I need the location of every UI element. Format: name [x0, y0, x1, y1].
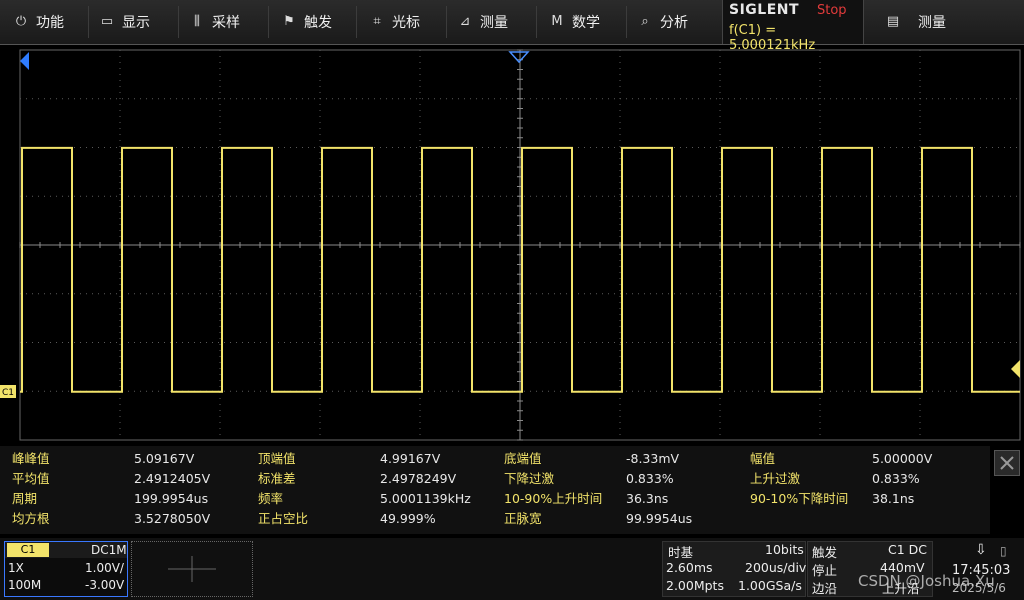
trigger-source: C1 DC — [888, 542, 928, 557]
measure-label: 10-90%上升时间 — [504, 491, 603, 506]
timebase-delay: 2.60ms — [666, 560, 713, 575]
measure-value: 2.4912405V — [134, 471, 211, 486]
top-menu-bar: ⏻ 功能 ▭ 显示 ⫼ 采样 ⚑ 触发 ⌗ 光标 ⊿ 测量 M 数学 ⌕ 分析 … — [0, 0, 1024, 53]
trigger-label: 触发 — [812, 545, 838, 560]
timebase-bits: 10bits — [765, 542, 804, 557]
measure-label: 均方根 — [12, 511, 50, 526]
channel-probe: 1X — [8, 561, 24, 575]
menu-measure-right-label: 测量 — [918, 15, 946, 31]
menu-analysis-label: 分析 — [660, 15, 688, 31]
measure-label: 正占空比 — [258, 511, 309, 526]
menu-acquire-label: 采样 — [212, 15, 240, 31]
measure-value: 5.00000V — [872, 451, 933, 466]
measurement-row: 均方根 3.5278050V 正占空比 49.999% 正脉宽 99.9954u… — [6, 509, 986, 529]
measurement-panel: 峰峰值 5.09167V 顶端值 4.99167V 底端值 -8.33mV 幅值… — [0, 446, 990, 534]
measure-value: 5.0001139kHz — [380, 491, 471, 506]
measure-value: 3.5278050V — [134, 511, 211, 526]
measure-label: 峰峰值 — [12, 451, 50, 466]
measure-value: 0.833% — [626, 471, 674, 486]
measure-label: 频率 — [258, 491, 284, 506]
measure-label: 底端值 — [504, 451, 542, 466]
close-icon — [1000, 456, 1014, 470]
menu-function-label: 功能 — [36, 15, 64, 31]
brand-logo: SIGLENT — [729, 2, 800, 18]
trigger-icon: ⚑ — [283, 14, 295, 29]
channel-bandwidth: 100M — [8, 578, 42, 592]
measure-value: 99.9954us — [626, 511, 693, 526]
measure-icon: ⊿ — [459, 14, 471, 29]
measure-label: 90-10%下降时间 — [750, 491, 849, 506]
measure-label: 正脉宽 — [504, 511, 542, 526]
add-channel-slot[interactable] — [131, 541, 253, 597]
usb-indicator-icon: ▯ — [1000, 544, 1007, 558]
measurement-row: 峰峰值 5.09167V 顶端值 4.99167V 底端值 -8.33mV 幅值… — [6, 449, 986, 469]
graticule — [19, 49, 1021, 441]
channel-offset: -3.00V — [85, 578, 125, 592]
timebase-scale: 200us/div — [745, 560, 807, 575]
menu-analysis[interactable]: ⌕ 分析 — [638, 0, 688, 44]
menu-math[interactable]: M 数学 — [550, 0, 600, 44]
timebase-memory: 2.00Mpts — [666, 578, 724, 593]
trigger-mode: 停止 — [812, 563, 838, 578]
trigger-level-marker[interactable] — [1011, 360, 1020, 378]
timebase-rate: 1.00GSa/s — [738, 578, 802, 593]
menu-cursor[interactable]: ⌗ 光标 — [370, 0, 420, 44]
menu-display[interactable]: ▭ 显示 — [100, 0, 150, 44]
acquire-icon: ⫼ — [194, 14, 200, 29]
measure-label: 幅值 — [750, 451, 776, 466]
timebase-label: 时基 — [668, 545, 694, 560]
close-measurements-button[interactable] — [994, 450, 1020, 476]
menu-math-label: 数学 — [572, 15, 600, 31]
analysis-icon: ⌕ — [641, 14, 649, 29]
measure-value: 199.9954us — [134, 491, 209, 506]
measure-label: 平均值 — [12, 471, 50, 486]
measurement-row: 平均值 2.4912405V 标准差 2.4978249V 下降过激 0.833… — [6, 469, 986, 489]
cursor-icon: ⌗ — [373, 14, 381, 29]
measure-value: 36.3ns — [626, 491, 669, 506]
menu-measure-right[interactable]: ▤ 测量 — [886, 0, 946, 44]
channel-scale: 1.00V/ — [85, 561, 124, 575]
run-state[interactable]: Stop — [817, 3, 847, 18]
measure-label: 下降过激 — [504, 471, 555, 486]
plus-icon — [168, 556, 216, 582]
measure-label: 上升过激 — [750, 471, 801, 486]
measurement-row: 周期 199.9954us 频率 5.0001139kHz 10-90%上升时间… — [6, 489, 986, 509]
channel-name: C1 — [7, 543, 49, 557]
measure-label: 标准差 — [258, 471, 296, 486]
channel-coupling: DC1M — [91, 543, 127, 557]
measure-value: 2.4978249V — [380, 471, 457, 486]
measure-value: 38.1ns — [872, 491, 915, 506]
power-icon: ⏻ — [15, 14, 27, 29]
measure-value: 5.09167V — [134, 451, 195, 466]
menu-measure[interactable]: ⊿ 测量 — [458, 0, 508, 44]
measure-value: -8.33mV — [626, 451, 680, 466]
measure-value: 49.999% — [380, 511, 436, 526]
measure-value: 4.99167V — [380, 451, 441, 466]
measure-label: 顶端值 — [258, 451, 296, 466]
menu-trigger-label: 触发 — [304, 15, 332, 31]
menu-function[interactable]: ⏻ 功能 — [14, 0, 64, 44]
watermark: CSDN @Joshua.Xu — [858, 572, 995, 590]
menu-cursor-label: 光标 — [392, 15, 420, 31]
menu-measure-label: 测量 — [480, 15, 508, 31]
trigger-type: 边沿 — [812, 581, 838, 596]
usb-icon: ⇩ — [975, 542, 987, 558]
list-icon: ▤ — [886, 14, 900, 29]
brand-panel: SIGLENT Stop f(C1) = 5.000121kHz — [722, 0, 864, 53]
channel-1-box[interactable]: C1 DC1M 1X 1.00V/ 100M -3.00V — [4, 541, 128, 597]
left-edge-marker — [20, 52, 29, 70]
measure-label: 周期 — [12, 491, 38, 506]
trigger-position-marker[interactable] — [508, 51, 530, 64]
display-icon: ▭ — [100, 14, 114, 29]
menu-trigger[interactable]: ⚑ 触发 — [282, 0, 332, 44]
measure-value: 0.833% — [872, 471, 920, 486]
waveform-display[interactable]: C1 — [0, 44, 1024, 444]
math-icon: M — [551, 14, 563, 29]
menu-display-label: 显示 — [122, 15, 150, 31]
channel-offset-marker-label: C1 — [2, 388, 14, 398]
menu-acquire[interactable]: ⫼ 采样 — [190, 0, 240, 44]
